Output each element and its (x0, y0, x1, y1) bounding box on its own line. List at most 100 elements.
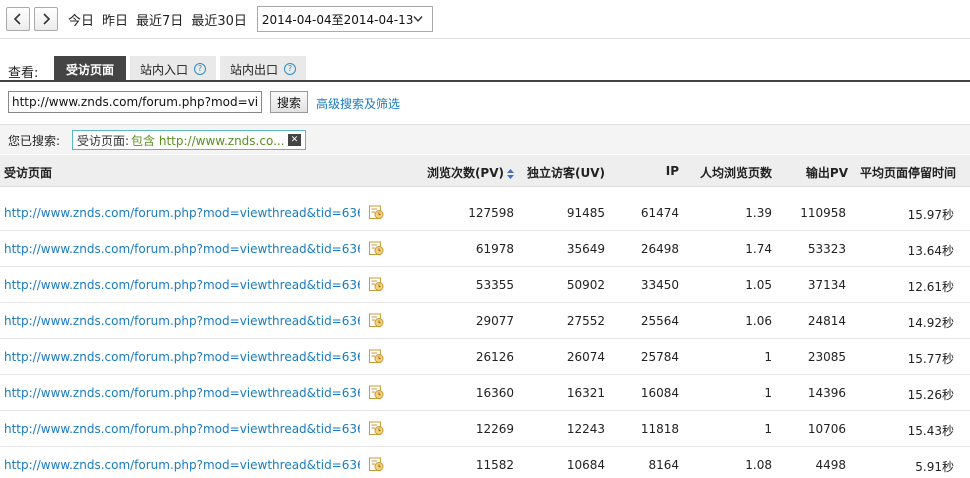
ip-value: 8164 (648, 458, 679, 472)
divider (0, 38, 970, 39)
col-pv[interactable]: 浏览次数(PV) (427, 164, 514, 181)
chevron-right-icon (43, 13, 51, 25)
uv-value: 12243 (566, 422, 605, 436)
uv-value: 10684 (566, 458, 605, 472)
note-clock-icon[interactable] (368, 384, 384, 400)
search-button[interactable]: 搜索 (270, 91, 308, 113)
avg-pages-value: 1.39 (745, 206, 772, 220)
pv-value: 61978 (475, 242, 514, 256)
uv-value: 50902 (566, 278, 605, 292)
exit-pv-value: 4498 (815, 458, 846, 472)
ip-value: 33450 (640, 278, 679, 292)
col-pv-label: 浏览次数(PV) (426, 166, 504, 180)
quick-today[interactable]: 今日 (68, 10, 94, 29)
col-uv[interactable]: 独立访客(UV) (527, 164, 605, 181)
page-url-link[interactable]: http://www.znds.com/forum.php?mod=viewth… (4, 458, 360, 472)
table-row: http://www.znds.com/forum.php?mod=viewth… (0, 339, 970, 375)
ip-value: 25784 (640, 350, 679, 364)
note-clock-icon[interactable] (368, 348, 384, 364)
note-clock-icon[interactable] (368, 204, 384, 220)
pv-value: 12269 (475, 422, 514, 436)
chevron-left-icon (13, 13, 21, 25)
tab-site-exit[interactable]: 站内出口 ? (220, 56, 306, 82)
tab-visited-pages[interactable]: 受访页面 (54, 56, 126, 82)
pv-value: 26126 (475, 350, 514, 364)
tab-label: 站内出口 (230, 62, 279, 77)
table-row: http://www.znds.com/forum.php?mod=viewth… (0, 447, 970, 478)
caret-down-icon (413, 16, 423, 23)
col-avg-time[interactable]: 平均页面停留时间 (860, 164, 956, 181)
pv-value: 16360 (475, 386, 514, 400)
page-url-link[interactable]: http://www.znds.com/forum.php?mod=viewth… (4, 350, 360, 364)
exit-pv-value: 110958 (800, 206, 846, 220)
filter-chip-key: 受访页面: (77, 133, 130, 148)
avg-time-value: 15.26秒 (907, 388, 954, 402)
page-url-link[interactable]: http://www.znds.com/forum.php?mod=viewth… (4, 206, 360, 220)
pv-value: 29077 (475, 314, 514, 328)
date-toolbar: 今日 昨日 最近7日 最近30日 2014-04-04至2014-04-13 (0, 0, 970, 38)
table-body: http://www.znds.com/forum.php?mod=viewth… (0, 195, 970, 478)
ip-value: 25564 (640, 314, 679, 328)
filter-label: 您已搜索: (8, 134, 61, 148)
uv-value: 27552 (566, 314, 605, 328)
note-clock-icon[interactable] (368, 240, 384, 256)
search-bar: 搜索 高级搜索及筛选 (0, 91, 970, 115)
filter-chip-value: 包含 http://www.znds.co... (131, 133, 285, 148)
avg-time-value: 14.92秒 (907, 316, 954, 330)
date-range-select[interactable]: 2014-04-04至2014-04-13 (256, 6, 433, 32)
avg-time-value: 5.91秒 (915, 460, 954, 474)
date-range-value: 2014-04-04至2014-04-13 (261, 12, 414, 27)
prev-period-button[interactable] (6, 7, 30, 31)
avg-time-value: 15.77秒 (907, 352, 954, 366)
ip-value: 26498 (640, 242, 679, 256)
uv-value: 91485 (566, 206, 605, 220)
col-exit-pv[interactable]: 输出PV (806, 164, 848, 181)
pv-value: 11582 (475, 458, 514, 472)
advanced-search-link[interactable]: 高级搜索及筛选 (316, 95, 400, 112)
note-clock-icon[interactable] (368, 276, 384, 292)
help-icon[interactable]: ? (284, 63, 296, 75)
page-url-link[interactable]: http://www.znds.com/forum.php?mod=viewth… (4, 386, 360, 400)
search-input[interactable] (8, 91, 262, 113)
note-clock-icon[interactable] (368, 456, 384, 472)
view-label: 查看: (8, 66, 39, 81)
note-clock-icon[interactable] (368, 420, 384, 436)
uv-value: 26074 (566, 350, 605, 364)
close-icon[interactable]: ✕ (288, 134, 301, 146)
page-url-link[interactable]: http://www.znds.com/forum.php?mod=viewth… (4, 278, 360, 292)
filter-chip: 受访页面: 包含 http://www.znds.co... ✕ (72, 130, 306, 150)
page-url-link[interactable]: http://www.znds.com/forum.php?mod=viewth… (4, 242, 360, 256)
ip-value: 61474 (640, 206, 679, 220)
col-page[interactable]: 受访页面 (4, 164, 52, 181)
exit-pv-value: 10706 (807, 422, 846, 436)
avg-time-value: 15.43秒 (907, 424, 954, 438)
avg-pages-value: 1.06 (745, 314, 772, 328)
page-url-link[interactable]: http://www.znds.com/forum.php?mod=viewth… (4, 314, 360, 328)
tab-label: 站内入口 (140, 62, 189, 77)
avg-time-value: 12.61秒 (907, 280, 954, 294)
avg-pages-value: 1 (764, 422, 772, 436)
table-row: http://www.znds.com/forum.php?mod=viewth… (0, 411, 970, 447)
quick-last-7-days[interactable]: 最近7日 (136, 10, 183, 29)
exit-pv-value: 14396 (807, 386, 846, 400)
page-url-link[interactable]: http://www.znds.com/forum.php?mod=viewth… (4, 422, 360, 436)
sort-icon (507, 168, 514, 179)
exit-pv-value: 53323 (807, 242, 846, 256)
uv-value: 16321 (566, 386, 605, 400)
help-icon[interactable]: ? (194, 63, 206, 75)
col-avg-pages[interactable]: 人均浏览页数 (700, 164, 772, 181)
note-clock-icon[interactable] (368, 312, 384, 328)
avg-pages-value: 1.05 (745, 278, 772, 292)
tab-underline (0, 80, 970, 82)
table-row: http://www.znds.com/forum.php?mod=viewth… (0, 375, 970, 411)
table-row: http://www.znds.com/forum.php?mod=viewth… (0, 195, 970, 231)
quick-last-30-days[interactable]: 最近30日 (191, 10, 247, 29)
quick-yesterday[interactable]: 昨日 (102, 10, 128, 29)
avg-pages-value: 1.74 (745, 242, 772, 256)
col-ip[interactable]: IP (666, 164, 679, 178)
tab-site-entry[interactable]: 站内入口 ? (130, 56, 216, 82)
table-row: http://www.znds.com/forum.php?mod=viewth… (0, 231, 970, 267)
tab-label: 受访页面 (65, 62, 114, 77)
avg-pages-value: 1 (764, 386, 772, 400)
next-period-button[interactable] (34, 7, 58, 31)
